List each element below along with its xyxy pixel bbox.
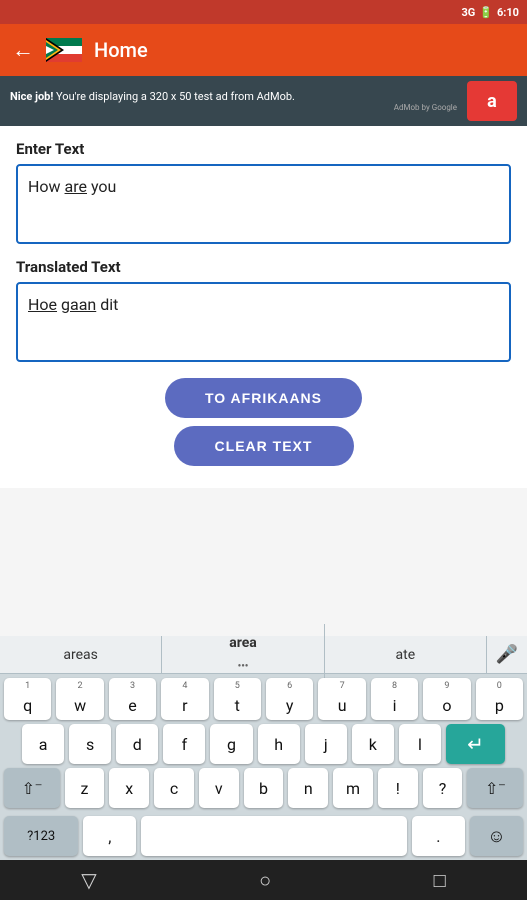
key-z[interactable]: z (65, 768, 105, 808)
buttons-row: TO AFRIKAANS CLEAR TEXT (16, 378, 511, 466)
key-m[interactable]: m (333, 768, 373, 808)
admob-label: AdMob by Google (10, 103, 457, 112)
key-y[interactable]: 6y (266, 678, 313, 720)
main-content: Enter Text How are you Translated Text H… (0, 126, 527, 488)
key-n[interactable]: n (288, 768, 328, 808)
shift-key[interactable]: ⇧— (4, 768, 60, 808)
key-x[interactable]: x (109, 768, 149, 808)
key-q[interactable]: 1q (4, 678, 51, 720)
nav-back-button[interactable]: ▽ (81, 868, 96, 892)
numbers-key[interactable]: ?123 (4, 816, 78, 856)
suggestion-ate[interactable]: ate (325, 636, 487, 674)
key-i[interactable]: 8i (371, 678, 418, 720)
key-v[interactable]: v (199, 768, 239, 808)
key-w[interactable]: 2w (56, 678, 103, 720)
key-t[interactable]: 5t (214, 678, 261, 720)
mic-button[interactable]: 🎤 (487, 644, 527, 665)
translated-text-box: Hoe gaan dit (16, 282, 511, 362)
translate-button[interactable]: TO AFRIKAANS (165, 378, 362, 418)
key-j[interactable]: j (305, 724, 347, 764)
status-bar-right: 3G 🔋 6:10 (461, 6, 519, 19)
key-question[interactable]: ? (423, 768, 463, 808)
enter-key[interactable]: ↵ (446, 724, 505, 764)
nav-bar: ▽ ○ □ (0, 860, 527, 900)
period-key[interactable]: . (412, 816, 465, 856)
nav-recent-button[interactable]: □ (434, 868, 446, 893)
signal-icon: 3G (461, 6, 475, 19)
middle-row: a s d f g h j k l ↵ (0, 724, 527, 764)
battery-icon: 🔋 (479, 6, 493, 19)
nav-home-button[interactable]: ○ (259, 868, 271, 893)
key-a[interactable]: a (22, 724, 64, 764)
suggestions-bar: areas area ••• ate 🎤 (0, 636, 527, 674)
key-d[interactable]: d (116, 724, 158, 764)
enter-text-label: Enter Text (16, 140, 511, 158)
ad-banner: Nice job! You're displaying a 320 x 50 t… (0, 76, 527, 126)
key-g[interactable]: g (210, 724, 252, 764)
clear-button[interactable]: CLEAR TEXT (174, 426, 354, 466)
key-s[interactable]: s (69, 724, 111, 764)
back-button[interactable]: ← (12, 37, 34, 63)
bottom-letter-row: ⇧— z x c v b n m ! ? ⇧— (0, 764, 527, 812)
key-o[interactable]: 9o (423, 678, 470, 720)
text-input[interactable]: How are you (16, 164, 511, 244)
app-bar: ← Home (0, 24, 527, 76)
flag-icon (46, 38, 82, 62)
key-exclaim[interactable]: ! (378, 768, 418, 808)
key-c[interactable]: c (154, 768, 194, 808)
key-k[interactable]: k (352, 724, 394, 764)
time-display: 6:10 (497, 6, 519, 19)
key-p[interactable]: 0p (476, 678, 523, 720)
key-r[interactable]: 4r (161, 678, 208, 720)
emoji-key[interactable]: ☺ (470, 816, 523, 856)
key-b[interactable]: b (244, 768, 284, 808)
space-key[interactable] (141, 816, 406, 856)
app-title: Home (94, 38, 148, 62)
key-e[interactable]: 3e (109, 678, 156, 720)
keyboard: areas area ••• ate 🎤 1q 2w 3e 4r 5t 6y 7… (0, 636, 527, 860)
status-bar: 3G 🔋 6:10 (0, 0, 527, 24)
key-u[interactable]: 7u (318, 678, 365, 720)
comma-key[interactable]: , (83, 816, 136, 856)
suggestion-areas[interactable]: areas (0, 636, 162, 674)
shift-key-right[interactable]: ⇧— (467, 768, 523, 808)
ad-text: Nice job! You're displaying a 320 x 50 t… (10, 90, 457, 103)
translated-text-label: Translated Text (16, 258, 511, 276)
suggestion-area[interactable]: area ••• (162, 624, 324, 686)
key-f[interactable]: f (163, 724, 205, 764)
ad-logo: a (467, 81, 517, 121)
key-l[interactable]: l (399, 724, 441, 764)
space-row: ?123 , . ☺ (0, 812, 527, 860)
key-h[interactable]: h (258, 724, 300, 764)
